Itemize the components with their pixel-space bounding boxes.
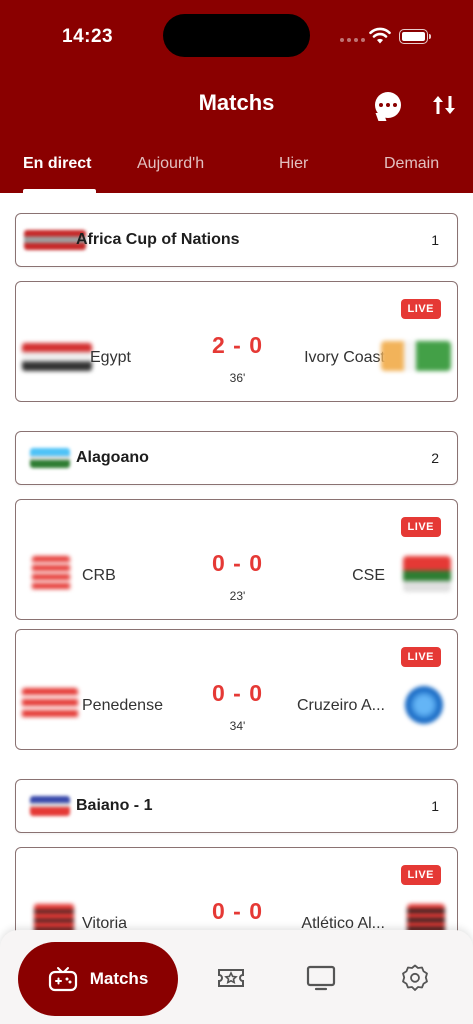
bottom-navigation: Matchs (0, 930, 473, 1024)
sort-arrows-icon[interactable] (430, 92, 458, 118)
team-logo-icon (403, 556, 451, 592)
away-team-name: Ivory Coast (304, 349, 385, 366)
gamepad-icon (48, 967, 77, 992)
tab-en-direct[interactable]: En direct (23, 155, 91, 173)
match-minute: 34' (229, 719, 246, 733)
league-name: Baiano - 1 (76, 797, 153, 814)
league-name: Africa Cup of Nations (76, 231, 240, 248)
league-count: 2 (431, 450, 439, 466)
league-header-africa-cup[interactable]: Africa Cup of Nations 1 (15, 213, 458, 267)
match-minute: 36' (229, 371, 246, 385)
nav-matchs-button[interactable]: Matchs (18, 942, 178, 1016)
league-flag-icon (30, 796, 70, 816)
tv-icon[interactable] (306, 963, 336, 993)
team-logo-icon (405, 686, 443, 724)
battery-icon (399, 29, 431, 44)
app-header: 14:23 Matchs En direct Aujourd'h Hier De… (0, 0, 473, 193)
match-score: 0 - 0 (211, 680, 264, 706)
league-flag-icon (30, 448, 70, 468)
match-score: 0 - 0 (211, 550, 264, 576)
team-flag-icon (381, 341, 451, 371)
signal-icon (340, 38, 365, 42)
league-count: 1 (431, 798, 439, 814)
league-header-baiano[interactable]: Baiano - 1 1 (15, 779, 458, 833)
dynamic-island (163, 14, 310, 57)
match-score: 0 - 0 (211, 898, 264, 924)
tab-bar: En direct Aujourd'h Hier Demain (0, 148, 473, 193)
away-team-name: Cruzeiro A... (296, 697, 385, 714)
match-minute: 23' (229, 589, 246, 603)
away-team-name: CSE (352, 567, 385, 584)
status-time: 14:23 (62, 26, 114, 47)
ticket-icon[interactable] (216, 963, 246, 993)
tab-hier[interactable]: Hier (279, 155, 308, 173)
wifi-icon (369, 27, 391, 44)
league-count: 1 (431, 232, 439, 248)
settings-icon[interactable] (400, 963, 430, 993)
chat-bubble-icon[interactable] (375, 92, 401, 118)
page-title: Matchs (198, 90, 275, 115)
live-badge: LIVE (400, 517, 441, 537)
league-header-alagoano[interactable]: Alagoano 2 (15, 431, 458, 485)
tab-demain[interactable]: Demain (384, 155, 439, 173)
league-name: Alagoano (76, 449, 149, 466)
live-badge: LIVE (400, 299, 441, 319)
match-list[interactable]: Africa Cup of Nations 1 LIVE Egypt 2 - 0… (0, 193, 473, 1024)
status-bar: 14:23 (0, 0, 473, 72)
live-badge: LIVE (400, 865, 441, 885)
match-card[interactable]: LIVE Penedense 0 - 0 34' Cruzeiro A... (15, 629, 458, 750)
nav-matchs-label: Matchs (89, 969, 149, 988)
match-card[interactable]: LIVE CRB 0 - 0 23' CSE (15, 499, 458, 620)
tab-aujourdhui[interactable]: Aujourd'h (137, 155, 217, 173)
match-card[interactable]: LIVE Egypt 2 - 0 36' Ivory Coast (15, 281, 458, 402)
live-badge: LIVE (400, 647, 441, 667)
